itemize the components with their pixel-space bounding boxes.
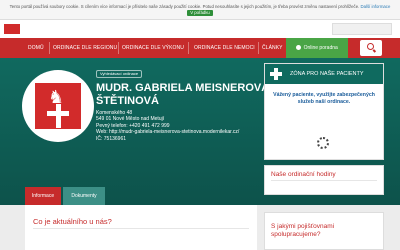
chat-icon bbox=[296, 45, 302, 51]
tab-info[interactable]: Informace bbox=[25, 187, 61, 205]
nav-item-disease[interactable]: Ordinace dle nemoci bbox=[194, 38, 255, 58]
nav-item-home[interactable]: Domů bbox=[28, 38, 44, 58]
site-logo[interactable] bbox=[4, 24, 20, 34]
patient-zone-header[interactable]: Zóna pro naše pacienty bbox=[265, 64, 383, 84]
online-consult-button[interactable]: Online poradna bbox=[286, 38, 348, 58]
top-strip bbox=[0, 20, 400, 38]
nav-separator bbox=[118, 42, 119, 54]
insurance-title: S jakými pojišťovnami spolupracujeme? bbox=[271, 223, 335, 238]
main-nav: Domů Ordinace dle regionu Ordinace dle v… bbox=[0, 38, 400, 58]
cookie-bar: Tento portál používá soubory cookie. S c… bbox=[0, 0, 400, 20]
top-right-box bbox=[332, 23, 392, 35]
cookie-ok-button[interactable]: V pořádku bbox=[187, 10, 213, 16]
cookie-more-link[interactable]: Další informace bbox=[361, 4, 391, 9]
online-consult-label: Online poradna bbox=[303, 45, 338, 51]
search-button[interactable] bbox=[360, 40, 382, 56]
nav-separator bbox=[188, 42, 189, 54]
cross-icon-bar bbox=[47, 111, 69, 116]
contact-info: Komenského 48 549 01 Nové Město nad Metu… bbox=[96, 110, 266, 142]
office-hours-title: Naše ordinační hodiny bbox=[271, 171, 336, 178]
doctor-name: MUDr. Gabriela Meisnerová Štětinová bbox=[96, 82, 270, 107]
patient-zone-panel: Zóna pro naše pacienty Vážený paciente, … bbox=[264, 63, 384, 160]
nav-separator bbox=[49, 42, 50, 54]
cookie-text: Tento portál používá soubory cookie. S c… bbox=[9, 4, 360, 9]
tab-documents[interactable]: Dokumenty bbox=[63, 187, 105, 205]
patient-zone-text: Vážený paciente, využijte zabezpečených … bbox=[273, 92, 375, 105]
nav-item-procedure[interactable]: Ordinace dle výkonu bbox=[122, 38, 184, 58]
divider bbox=[271, 180, 377, 181]
loading-spinner-icon bbox=[317, 137, 329, 149]
news-title: Co je aktuálního u nás? bbox=[33, 217, 112, 226]
patient-zone-title: Zóna pro naše pacienty bbox=[290, 71, 364, 77]
nav-item-region[interactable]: Ordinace dle regionu bbox=[53, 38, 117, 58]
clinic-logo: ♞ bbox=[22, 70, 94, 142]
medical-cross-icon bbox=[270, 68, 282, 80]
cross-icon bbox=[56, 104, 61, 128]
news-section: Co je aktuálního u nás? bbox=[25, 205, 257, 250]
nav-item-articles[interactable]: Články bbox=[262, 38, 283, 58]
clinic-type-badge: Vyhledávací ordinace bbox=[96, 70, 143, 78]
insurance-panel: S jakými pojišťovnami spolupracujeme? bbox=[264, 212, 384, 250]
ic-line: IČ: 75136961 bbox=[96, 135, 127, 142]
nav-separator bbox=[258, 42, 259, 54]
divider bbox=[33, 228, 249, 229]
search-icon bbox=[367, 43, 374, 50]
office-hours-panel: Naše ordinační hodiny bbox=[264, 165, 384, 195]
